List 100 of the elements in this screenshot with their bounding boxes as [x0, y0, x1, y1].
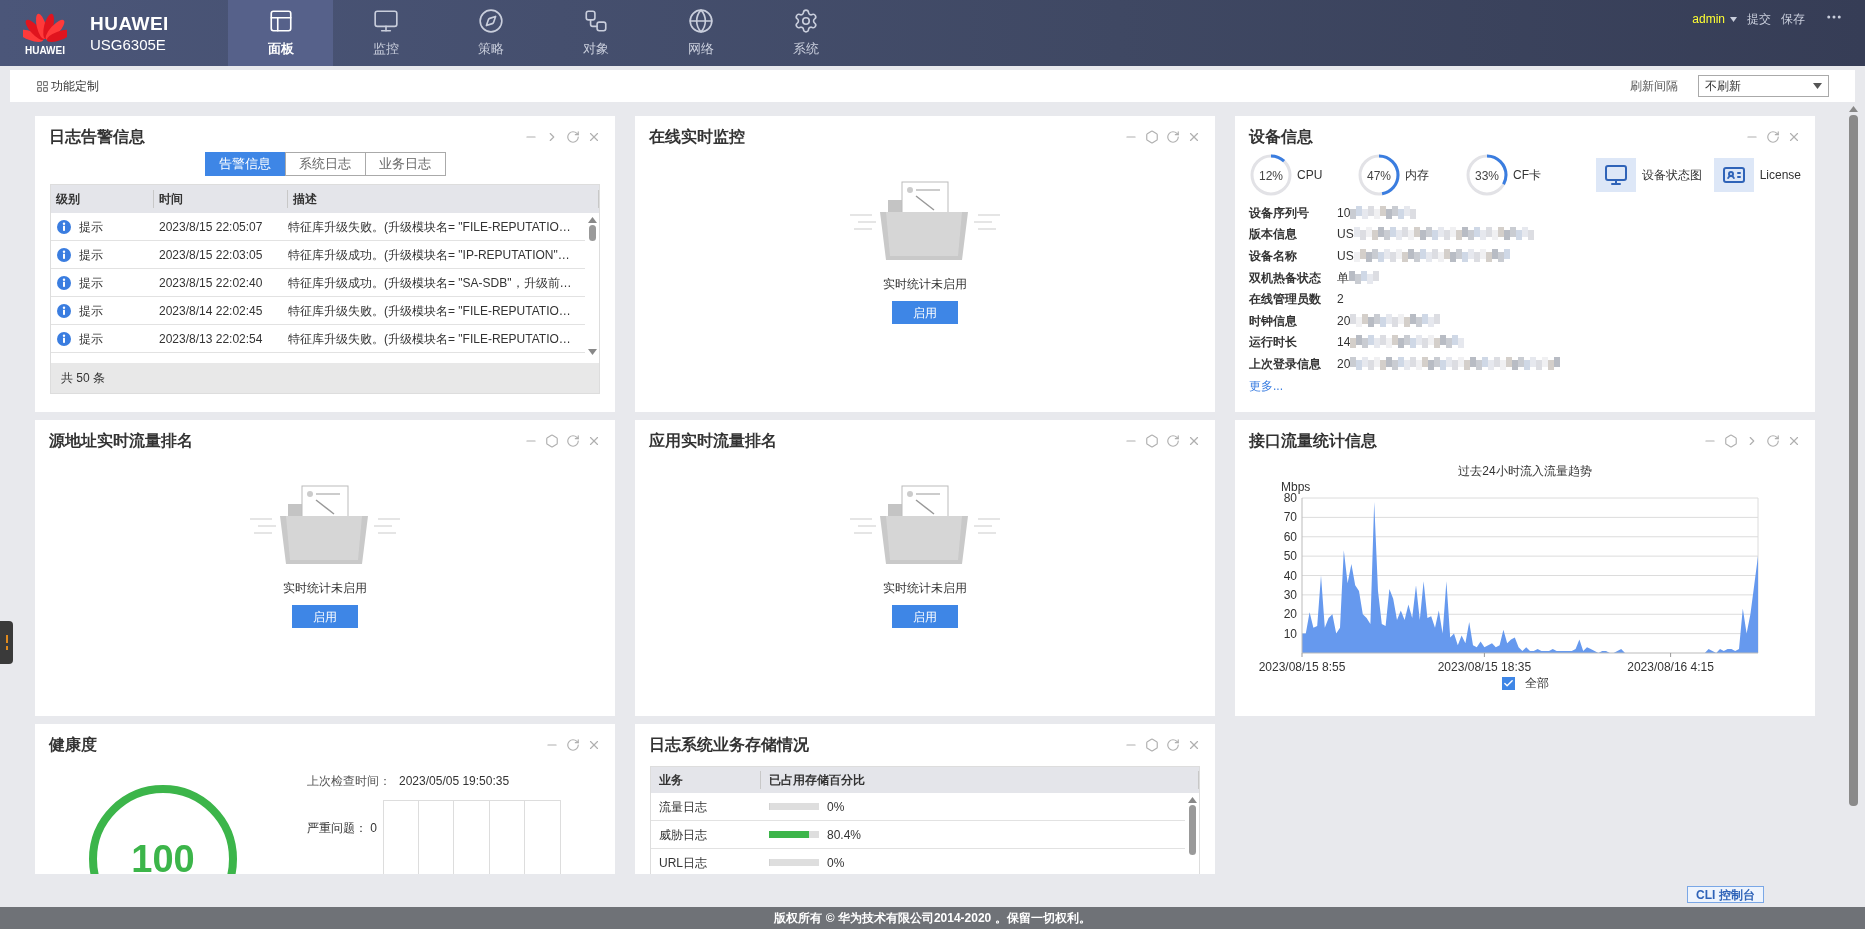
panel-title: 设备信息: [1249, 127, 1313, 147]
scroll-up-icon[interactable]: [1849, 106, 1858, 112]
table-cell-text: 2023/8/15 22:03:05: [158, 246, 264, 264]
y-tick-label: 30: [1283, 587, 1297, 602]
close-icon[interactable]: [1187, 130, 1201, 144]
issue-count: 0: [370, 820, 377, 837]
table-cell-text: 0%: [827, 798, 845, 816]
info-value: 20: [1337, 355, 1351, 373]
refresh-icon[interactable]: [1766, 130, 1780, 144]
scroll-up-icon[interactable]: [587, 217, 597, 223]
panel-title: 应用实时流量排名: [649, 431, 777, 451]
column-header: 已占用存储百分比: [761, 771, 1199, 789]
log-tab[interactable]: 告警信息: [204, 152, 286, 176]
table-cell-text: 特征库升级失败。(升级模块名= "FILE-REPUTATIO…: [288, 218, 572, 236]
hexagon-icon[interactable]: [1145, 738, 1159, 752]
workflow-icon: [582, 7, 609, 34]
hexagon-icon[interactable]: [1145, 434, 1159, 448]
x-tick-label: 2023/08/16 4:15: [1627, 660, 1714, 674]
refresh-icon[interactable]: [1766, 434, 1780, 448]
legend-item[interactable]: 全部: [1501, 674, 1549, 692]
scroll-up-icon[interactable]: [1187, 797, 1197, 803]
table-cell-text: 特征库升级失败。(升级模块名= "FILE-REPUTATIO…: [288, 302, 572, 320]
info-value: 14: [1337, 334, 1351, 352]
gauge-label: 内存: [1405, 167, 1429, 184]
table-cell: 提示: [51, 217, 154, 236]
y-tick-label: 80: [1283, 491, 1297, 505]
close-icon[interactable]: [587, 434, 601, 448]
header-link[interactable]: 保存: [1781, 10, 1805, 28]
close-icon[interactable]: [587, 738, 601, 752]
usage-bar: [769, 803, 819, 810]
nav-tab[interactable]: 对象: [543, 0, 648, 66]
cli-console-button[interactable]: CLI 控制台: [1687, 886, 1764, 903]
enable-button[interactable]: 启用: [892, 301, 958, 324]
logo-caption: HUAWEI: [25, 45, 65, 56]
hexagon-icon[interactable]: [1145, 130, 1159, 144]
panel-title: 在线实时监控: [649, 127, 745, 147]
refresh-icon[interactable]: [1166, 434, 1180, 448]
scroll-down-icon[interactable]: [587, 349, 597, 355]
gauge-ring: 33%: [1465, 153, 1509, 197]
close-icon[interactable]: [1787, 130, 1801, 144]
hexagon-icon[interactable]: [1724, 434, 1738, 448]
refresh-icon[interactable]: [566, 130, 580, 144]
refresh-icon[interactable]: [1166, 738, 1180, 752]
settings-icon: [792, 7, 819, 34]
panel-title: 健康度: [49, 735, 97, 755]
page-scrollbar[interactable]: [1847, 106, 1860, 806]
refresh-icon[interactable]: [566, 738, 580, 752]
shortcut-link[interactable]: 设备状态图: [1595, 158, 1702, 192]
close-icon[interactable]: [1187, 738, 1201, 752]
enable-button[interactable]: 启用: [892, 605, 958, 628]
y-tick-label: 60: [1283, 529, 1297, 544]
check-label: 上次检查时间：: [307, 773, 391, 790]
table-cell-text: 2023/8/15 22:02:40: [158, 274, 264, 292]
header-link[interactable]: 提交: [1747, 10, 1771, 28]
close-icon[interactable]: [1187, 434, 1201, 448]
hexagon-icon[interactable]: [545, 434, 559, 448]
panel-title: 源地址实时流量排名: [49, 431, 193, 451]
empty-message: 实时统计未启用: [883, 276, 967, 293]
usage-bar: [769, 859, 819, 866]
close-icon[interactable]: [1787, 434, 1801, 448]
gauge-ring: 12%: [1249, 153, 1293, 197]
chart-title: 过去24小时流入流量趋势: [1458, 464, 1592, 478]
info-value: US: [1337, 248, 1354, 265]
refresh-icon[interactable]: [566, 434, 580, 448]
nav-tab[interactable]: 网络: [648, 0, 753, 66]
customize-button[interactable]: 功能定制: [36, 77, 99, 95]
globe-icon: [687, 7, 714, 34]
x-tick-label: 2023/08/15 18:35: [1437, 660, 1532, 674]
gauge-label: CF卡: [1513, 167, 1541, 184]
info-value: 2: [1337, 291, 1344, 309]
table-cell-text: 特征库升级失败。(升级模块名= "FILE-REPUTATIO…: [288, 330, 572, 348]
enable-button[interactable]: 启用: [292, 605, 358, 628]
shortcut-link[interactable]: License: [1713, 158, 1801, 192]
nav-tab[interactable]: 面板: [228, 0, 333, 66]
nav-tab[interactable]: 系统: [753, 0, 858, 66]
table-cell-text: 威胁日志: [658, 826, 708, 844]
nav-tab[interactable]: 监控: [333, 0, 438, 66]
table-cell: 提示: [51, 245, 154, 264]
table-cell-text: 2023/8/13 22:02:54: [158, 330, 264, 348]
user-menu[interactable]: admin: [1692, 10, 1737, 28]
brand-name: HUAWEI: [90, 11, 170, 36]
scrollbar-thumb[interactable]: [1849, 115, 1858, 806]
panel-title: 日志系统业务存储情况: [649, 735, 809, 755]
scrollbar-thumb[interactable]: [588, 225, 596, 241]
caret-icon: [1813, 83, 1822, 89]
log-tab[interactable]: 业务日志: [364, 152, 446, 176]
side-handle[interactable]: [0, 621, 13, 664]
issue-label: 严重问题：: [307, 820, 367, 837]
more-link[interactable]: 更多...: [1249, 376, 1283, 395]
table-cell-text: 特征库升级成功。(升级模块名= "IP-REPUTATION"…: [288, 246, 571, 264]
gauge-ring: 47%: [1357, 153, 1401, 197]
refresh-select[interactable]: 不刷新: [1698, 75, 1829, 97]
panel-title: 日志告警信息: [49, 127, 145, 147]
panel-layout-icon: [267, 7, 294, 34]
log-tab[interactable]: 系统日志: [284, 152, 366, 176]
nav-tab[interactable]: 策略: [438, 0, 543, 66]
y-tick-label: 20: [1283, 607, 1297, 622]
close-icon[interactable]: [587, 130, 601, 144]
refresh-icon[interactable]: [1166, 130, 1180, 144]
scrollbar-thumb[interactable]: [1188, 805, 1196, 855]
